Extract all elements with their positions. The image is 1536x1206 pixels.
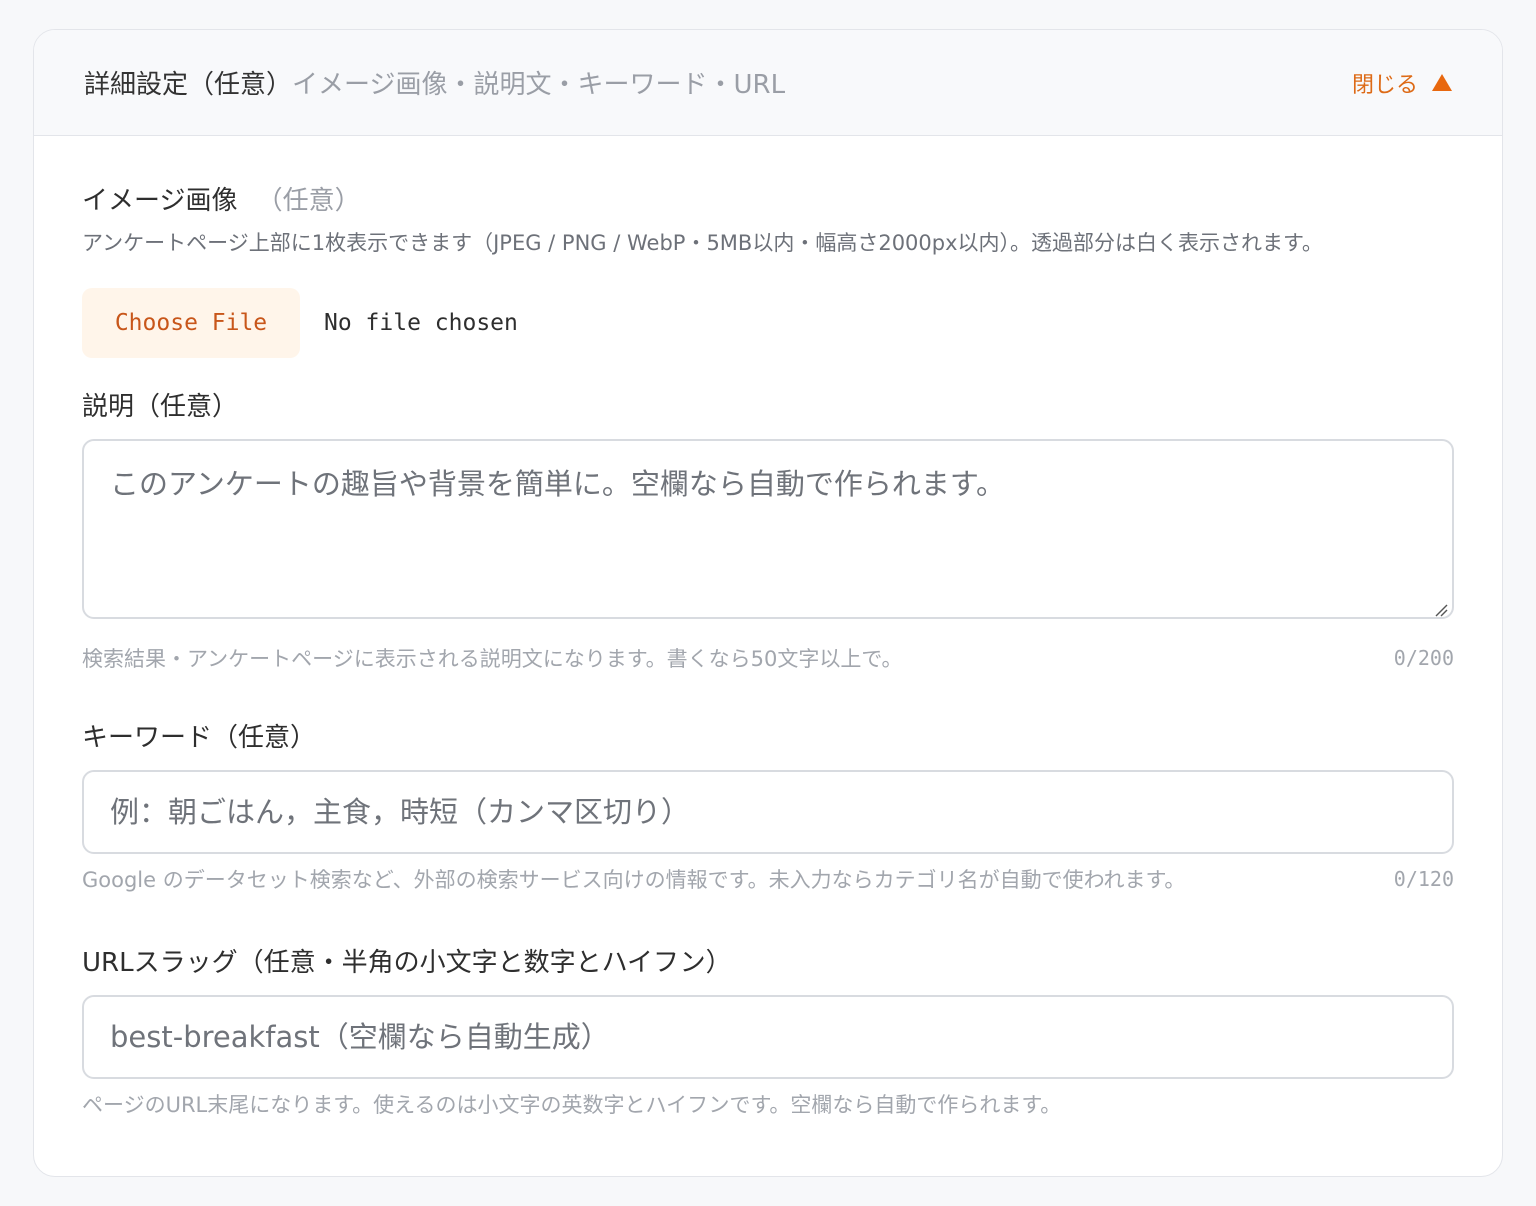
header-subtitle: イメージ画像・説明文・キーワード・URL xyxy=(292,70,786,100)
panel-header[interactable]: 詳細設定（任意） イメージ画像・説明文・キーワード・URL 閉じる xyxy=(34,30,1502,136)
file-input: Choose File No file chosen xyxy=(82,288,1454,358)
description-field-label-row: 説明（任意） xyxy=(82,386,1454,423)
description-hint-row: 検索結果・アンケートページに表示される説明文になります。書くなら50文字以上で。… xyxy=(82,643,1454,673)
description-hint: 検索結果・アンケートページに表示される説明文になります。書くなら50文字以上で。 xyxy=(82,647,903,671)
panel-body: イメージ画像 （任意） アンケートページ上部に1枚表示できます（JPEG / P… xyxy=(34,180,1502,1119)
collapse-toggle[interactable]: 閉じる xyxy=(1352,67,1452,99)
slug-hint: ページのURL末尾になります。使えるのは小文字の英数字とハイフンです。空欄なら自… xyxy=(82,1093,1062,1117)
description-field-label: 説明（任意） xyxy=(82,392,239,422)
header-title: 詳細設定（任意） xyxy=(84,70,293,100)
keywords-field-label: キーワード（任意） xyxy=(82,723,317,753)
keywords-input-wrap xyxy=(82,770,1454,854)
resize-handle-icon[interactable] xyxy=(1434,603,1448,617)
description-textarea-wrap xyxy=(82,439,1454,623)
keywords-field-label-row: キーワード（任意） xyxy=(82,717,1454,754)
slug-field-label: URLスラッグ（任意・半角の小文字と数字とハイフン） xyxy=(82,948,732,978)
collapse-toggle-label: 閉じる xyxy=(1351,72,1418,98)
keywords-input[interactable] xyxy=(82,770,1454,854)
image-field-label-row: イメージ画像 （任意） xyxy=(82,180,1454,217)
image-field-label: イメージ画像 xyxy=(82,186,238,216)
description-textarea[interactable] xyxy=(82,439,1454,619)
triangle-up-icon xyxy=(1432,74,1452,91)
keywords-counter: 0/120 xyxy=(1393,867,1454,891)
image-field-optional: （任意） xyxy=(256,186,361,216)
slug-input[interactable] xyxy=(82,995,1454,1079)
image-help-text: アンケートページ上部に1枚表示できます（JPEG / PNG / WebP・5M… xyxy=(82,231,1323,255)
header-heading: 詳細設定（任意） イメージ画像・説明文・キーワード・URL xyxy=(84,64,785,101)
file-status-text: No file chosen xyxy=(324,310,518,336)
description-counter: 0/200 xyxy=(1393,646,1454,670)
keywords-hint-row: Google のデータセット検索など、外部の検索サービス向けの情報です。未入力な… xyxy=(82,864,1454,894)
slug-field-label-row: URLスラッグ（任意・半角の小文字と数字とハイフン） xyxy=(82,942,1454,979)
slug-input-wrap xyxy=(82,995,1454,1079)
advanced-settings-panel: 詳細設定（任意） イメージ画像・説明文・キーワード・URL 閉じる イメージ画像… xyxy=(33,29,1503,1177)
slug-hint-row: ページのURL末尾になります。使えるのは小文字の英数字とハイフンです。空欄なら自… xyxy=(82,1089,1454,1119)
choose-file-button[interactable]: Choose File xyxy=(82,288,300,358)
keywords-hint: Google のデータセット検索など、外部の検索サービス向けの情報です。未入力な… xyxy=(82,868,1186,892)
